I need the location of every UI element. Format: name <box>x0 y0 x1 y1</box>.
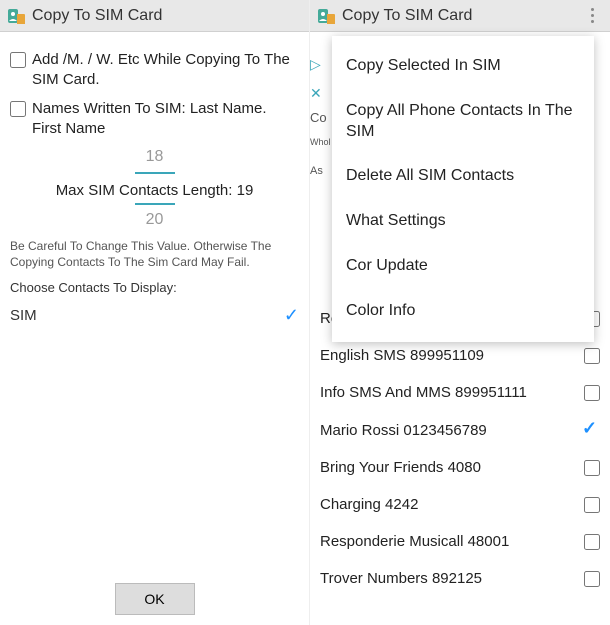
contact-row[interactable]: Responderie Musicall 48001 <box>320 523 600 560</box>
contact-checkbox[interactable] <box>584 348 600 364</box>
label-add-prefix: Add /M. / W. Etc While Copying To The SI… <box>32 50 299 89</box>
settings-content: Add /M. / W. Etc While Copying To The SI… <box>0 32 309 338</box>
header-title: Copy To SIM Card <box>32 7 303 25</box>
picker-prev[interactable]: 18 <box>10 148 299 166</box>
contact-row[interactable]: Charging 4242 <box>320 486 600 523</box>
contact-row[interactable]: Bring Your Friends 4080 <box>320 449 600 486</box>
overflow-dropdown: Copy Selected In SIM Copy All Phone Cont… <box>332 36 594 342</box>
contact-checkbox[interactable] <box>584 534 600 550</box>
menu-info[interactable]: Color Info <box>332 289 594 334</box>
contact-row[interactable]: Trover Numbers 892125 <box>320 560 600 597</box>
contact-row[interactable]: English SMS 899951109 <box>320 337 600 374</box>
contact-label: Mario Rossi 0123456789 <box>320 422 487 439</box>
header-right: Copy To SIM Card <box>310 0 610 32</box>
settings-panel: Copy To SIM Card Add /M. / W. Etc While … <box>0 0 310 625</box>
contact-label: Responderie Musicall 48001 <box>320 533 509 550</box>
menu-settings[interactable]: What Settings <box>332 199 594 244</box>
contact-label: English SMS 899951109 <box>320 347 484 364</box>
app-icon <box>316 6 336 26</box>
contact-checkbox[interactable] <box>584 497 600 513</box>
menu-delete-all[interactable]: Delete All SIM Contacts <box>332 154 594 199</box>
number-picker[interactable]: 18 Max SIM Contacts Length: 19 20 <box>10 148 299 229</box>
checkbox-add-prefix[interactable] <box>10 52 26 68</box>
sim-label: SIM <box>10 307 37 324</box>
choose-contacts-label: Choose Contacts To Display: <box>10 280 299 295</box>
contact-row[interactable]: Mario Rossi 0123456789 <box>320 411 600 449</box>
picker-divider-bottom <box>135 203 175 205</box>
picker-next[interactable]: 20 <box>10 211 299 229</box>
menu-update[interactable]: Cor Update <box>332 244 594 289</box>
contact-label: Info SMS And MMS 899951111 <box>320 384 527 401</box>
contact-label: Charging 4242 <box>320 496 418 513</box>
header-title: Copy To SIM Card <box>342 7 580 25</box>
contact-label: Bring Your Friends 4080 <box>320 459 481 476</box>
option-add-prefix[interactable]: Add /M. / W. Etc While Copying To The SI… <box>10 50 299 89</box>
app-icon <box>6 6 26 26</box>
contact-checkbox[interactable] <box>584 385 600 401</box>
picker-divider-top <box>135 172 175 174</box>
display-sim-row[interactable]: SIM ✓ <box>10 301 299 330</box>
overflow-menu-button[interactable] <box>580 4 604 28</box>
header-left: Copy To SIM Card <box>0 0 309 32</box>
contact-label: Trover Numbers 892125 <box>320 570 482 587</box>
menu-copy-all[interactable]: Copy All Phone Contacts In The SIM <box>332 89 594 155</box>
checkbox-name-format[interactable] <box>10 101 26 117</box>
checkmark-icon <box>582 421 600 439</box>
option-name-format[interactable]: Names Written To SIM: Last Name. First N… <box>10 99 299 138</box>
menu-copy-selected[interactable]: Copy Selected In SIM <box>332 44 594 89</box>
contact-checkbox[interactable] <box>584 571 600 587</box>
label-name-format: Names Written To SIM: Last Name. First N… <box>32 99 299 138</box>
max-sim-length-label: Max SIM Contacts Length: 19 <box>10 182 299 199</box>
ok-button[interactable]: OK <box>115 583 195 615</box>
warning-text: Be Careful To Change This Value. Otherwi… <box>10 239 299 270</box>
contact-checkbox[interactable] <box>584 460 600 476</box>
checkmark-icon: ✓ <box>284 305 299 326</box>
contact-row[interactable]: Info SMS And MMS 899951111 <box>320 374 600 411</box>
